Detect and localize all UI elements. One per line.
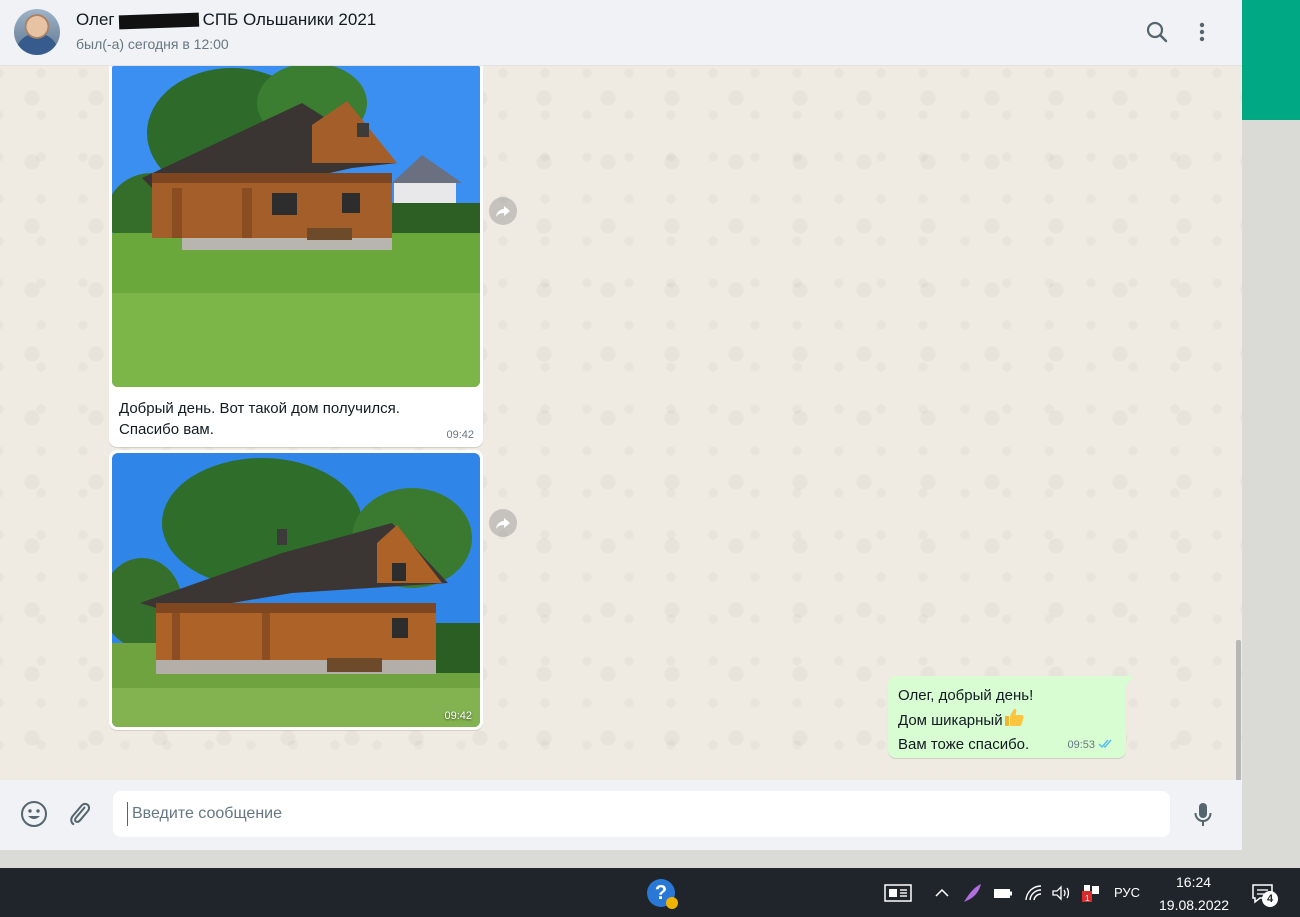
incoming-image-message[interactable]: 09:42: [109, 450, 483, 730]
message-line-text: Дом шикарный: [898, 712, 1003, 729]
contact-name-first: Олег: [76, 10, 115, 29]
clock-time[interactable]: 16:24: [1176, 874, 1211, 890]
message-meta: 09:53: [1067, 738, 1114, 752]
message-text: Олег, добрый день! Дом шикарный Вам тоже…: [898, 685, 1033, 756]
message-line: Дом шикарный: [898, 707, 1033, 734]
battery-icon[interactable]: [992, 882, 1014, 904]
log-house-photo-1[interactable]: [112, 66, 480, 387]
outgoing-text-message[interactable]: Олег, добрый день! Дом шикарный Вам тоже…: [888, 676, 1134, 758]
wifi-icon[interactable]: [1023, 882, 1043, 904]
background-window-edge: [1242, 0, 1300, 868]
app-tray-icon[interactable]: 1: [1080, 882, 1102, 904]
incoming-image-message[interactable]: Добрый день. Вот такой дом получился. Сп…: [109, 66, 483, 447]
input-language[interactable]: РУС: [1114, 885, 1140, 900]
contact-name[interactable]: Олег СПБ Ольшаники 2021: [76, 10, 376, 30]
message-list[interactable]: Добрый день. Вот такой дом получился. Сп…: [0, 66, 1242, 780]
whatsapp-window: Олег СПБ Ольшаники 2021 был(-а) сегодня в…: [0, 0, 1242, 850]
caption-line: Спасибо вам.: [119, 421, 214, 438]
help-app-icon[interactable]: ?: [647, 879, 678, 909]
contact-avatar[interactable]: [14, 9, 60, 55]
svg-text:1: 1: [1085, 894, 1090, 903]
message-input-box[interactable]: [113, 791, 1170, 837]
image-caption: Добрый день. Вот такой дом получился. Сп…: [119, 398, 459, 440]
feather-icon[interactable]: [961, 882, 983, 904]
message-line: Олег, добрый день!: [898, 687, 1034, 704]
notification-center-icon[interactable]: 4: [1250, 882, 1278, 908]
emoji-icon[interactable]: [19, 799, 49, 829]
caption-line: Добрый день. Вот такой дом получился.: [119, 400, 400, 417]
paperclip-icon[interactable]: [65, 799, 95, 829]
search-icon[interactable]: [1144, 19, 1170, 45]
log-house-photo-2[interactable]: 09:42: [112, 453, 480, 727]
forward-icon[interactable]: [489, 509, 517, 537]
forward-icon[interactable]: [489, 197, 517, 225]
speaker-icon[interactable]: [1050, 882, 1072, 904]
bubble-tail: [1126, 676, 1134, 686]
thumbs-up-icon: [1003, 707, 1025, 734]
redaction-mark: [118, 12, 199, 29]
message-time: 09:42: [446, 429, 474, 441]
contact-name-rest: СПБ Ольшаники 2021: [202, 10, 377, 29]
scrollbar[interactable]: [1236, 640, 1241, 780]
message-composer: [0, 780, 1242, 850]
chevron-up-icon[interactable]: [933, 882, 951, 904]
accent-strip: [1242, 0, 1300, 120]
message-time: 09:53: [1067, 739, 1095, 751]
more-vert-icon[interactable]: [1189, 19, 1215, 45]
message-line: Вам тоже спасибо.: [898, 736, 1030, 753]
windows-taskbar: ? 1 РУС 16:24 19.08.2022 4: [0, 868, 1300, 917]
chat-header[interactable]: Олег СПБ Ольшаники 2021 был(-а) сегодня в…: [0, 0, 1242, 66]
message-input[interactable]: [127, 802, 1147, 826]
notification-count: 4: [1262, 891, 1278, 907]
news-icon[interactable]: [883, 882, 913, 904]
clock-date[interactable]: 19.08.2022: [1159, 897, 1229, 913]
double-check-icon: [1098, 738, 1114, 752]
message-time: 09:42: [444, 710, 472, 722]
microphone-icon[interactable]: [1188, 799, 1218, 829]
badge-dot: [666, 897, 678, 909]
contact-last-seen: был(-а) сегодня в 12:00: [76, 36, 229, 52]
